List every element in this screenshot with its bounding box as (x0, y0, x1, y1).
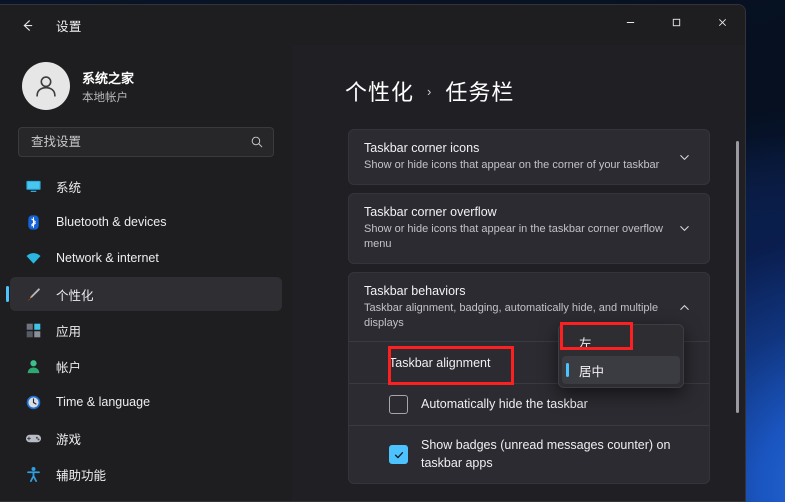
chevron-up-icon[interactable] (673, 301, 695, 314)
account-name: 系统之家 (82, 70, 135, 86)
back-button[interactable] (8, 10, 46, 40)
sidebar: 系统之家 本地帐户 查找设置 系统 Bluetooth & devices Ne… (0, 45, 292, 501)
person-avatar-icon (36, 76, 56, 97)
sidebar-item-bluetooth[interactable]: Bluetooth & devices (10, 205, 282, 239)
card-text: Taskbar corner overflow Show or hide ico… (364, 205, 673, 252)
card-header[interactable]: Taskbar corner overflow Show or hide ico… (349, 194, 709, 263)
window-controls (607, 5, 745, 39)
auto-hide-label: Automatically hide the taskbar (421, 397, 588, 412)
close-icon (718, 18, 726, 26)
taskbar-alignment-dropdown[interactable]: 左 居中 (558, 324, 684, 388)
chevron-right-icon: › (427, 83, 433, 99)
sidebar-item-time-language[interactable]: Time & language (10, 385, 282, 419)
dropdown-option-center[interactable]: 居中 (562, 356, 680, 384)
settings-window: 设置 系统之家 本地帐户 查找设置 系统 Bluetooth & devices… (0, 4, 746, 502)
breadcrumb-current: 任务栏 (445, 80, 515, 105)
checkmark-icon (394, 451, 403, 459)
main-content: 个性化 › 任务栏 Taskbar corner icons Show or h… (292, 45, 745, 501)
sidebar-item-label: 个性化 (56, 288, 94, 303)
paintbrush-icon (24, 285, 42, 303)
row-show-badges[interactable]: Show badges (unread messages counter) on… (349, 425, 709, 483)
sidebar-item-label: 系统 (56, 180, 82, 195)
gamepad-icon (24, 429, 42, 447)
back-arrow-icon (23, 19, 32, 31)
row-auto-hide-taskbar[interactable]: Automatically hide the taskbar (349, 383, 709, 425)
avatar (22, 62, 70, 110)
sidebar-item-label: Network & internet (56, 251, 159, 265)
card-header[interactable]: Taskbar corner icons Show or hide icons … (349, 130, 709, 184)
sidebar-item-label: 辅助功能 (56, 468, 107, 483)
maximize-button[interactable] (653, 5, 699, 39)
account-person-icon (24, 357, 42, 375)
card-text: Taskbar corner icons Show or hide icons … (364, 141, 673, 173)
accessibility-icon (24, 465, 42, 483)
account-section[interactable]: 系统之家 本地帐户 (0, 53, 292, 119)
sidebar-item-label: 帐户 (56, 360, 82, 375)
sidebar-item-network[interactable]: Network & internet (10, 241, 282, 275)
bluetooth-icon (24, 213, 42, 231)
card-title: Taskbar corner overflow (364, 205, 497, 219)
close-button[interactable] (699, 5, 745, 39)
card-title: Taskbar corner icons (364, 141, 480, 156)
sidebar-item-system[interactable]: 系统 (10, 169, 282, 203)
search-container (0, 119, 292, 167)
search-input[interactable] (19, 128, 273, 156)
sidebar-item-accounts[interactable]: 帐户 (10, 349, 282, 383)
sidebar-item-apps[interactable]: 应用 (10, 313, 282, 347)
wifi-icon (24, 249, 42, 267)
account-type: 本地帐户 (82, 91, 128, 104)
dropdown-option-left[interactable]: 左 (562, 328, 680, 356)
breadcrumb: 个性化 › 任务栏 (345, 75, 745, 107)
chevron-down-icon[interactable] (673, 222, 695, 235)
app-title: 设置 (56, 19, 82, 34)
taskbar-alignment-label: Taskbar alignment (389, 355, 491, 370)
sidebar-nav: 系统 Bluetooth & devices Network & interne… (0, 167, 292, 491)
search-icon (250, 135, 264, 149)
sidebar-item-gaming[interactable]: 游戏 (10, 421, 282, 455)
sidebar-item-label: Time & language (56, 395, 151, 409)
clock-icon (24, 393, 42, 411)
card-title: Taskbar behaviors (364, 283, 466, 298)
minimize-button[interactable] (607, 5, 653, 39)
chevron-down-icon[interactable] (673, 151, 695, 164)
show-badges-checkbox[interactable] (389, 445, 408, 465)
card-taskbar-corner-icons[interactable]: Taskbar corner icons Show or hide icons … (348, 129, 710, 185)
card-taskbar-corner-overflow[interactable]: Taskbar corner overflow Show or hide ico… (348, 193, 710, 264)
sidebar-item-label: 应用 (56, 324, 82, 339)
maximize-icon (672, 18, 680, 26)
monitor-icon (24, 177, 42, 195)
apps-grid-icon (24, 321, 42, 339)
show-badges-label: Show badges (unread messages counter) on… (421, 438, 671, 470)
sidebar-item-label: 游戏 (56, 432, 82, 447)
account-text: 系统之家 本地帐户 (82, 68, 134, 105)
sidebar-item-accessibility[interactable]: 辅助功能 (10, 457, 282, 491)
auto-hide-checkbox[interactable] (389, 395, 408, 415)
window-title-bar: 设置 (0, 5, 745, 45)
card-subtitle: Show or hide icons that appear on the co… (364, 159, 660, 172)
sidebar-item-personalization[interactable]: 个性化 (10, 277, 282, 311)
card-subtitle: Show or hide icons that appear in the ta… (364, 223, 663, 250)
breadcrumb-parent[interactable]: 个性化 (345, 75, 414, 107)
search-box[interactable] (18, 127, 274, 157)
minimize-icon (626, 21, 634, 23)
sidebar-item-label: Bluetooth & devices (56, 215, 167, 229)
content-scrollbar[interactable] (736, 141, 739, 413)
